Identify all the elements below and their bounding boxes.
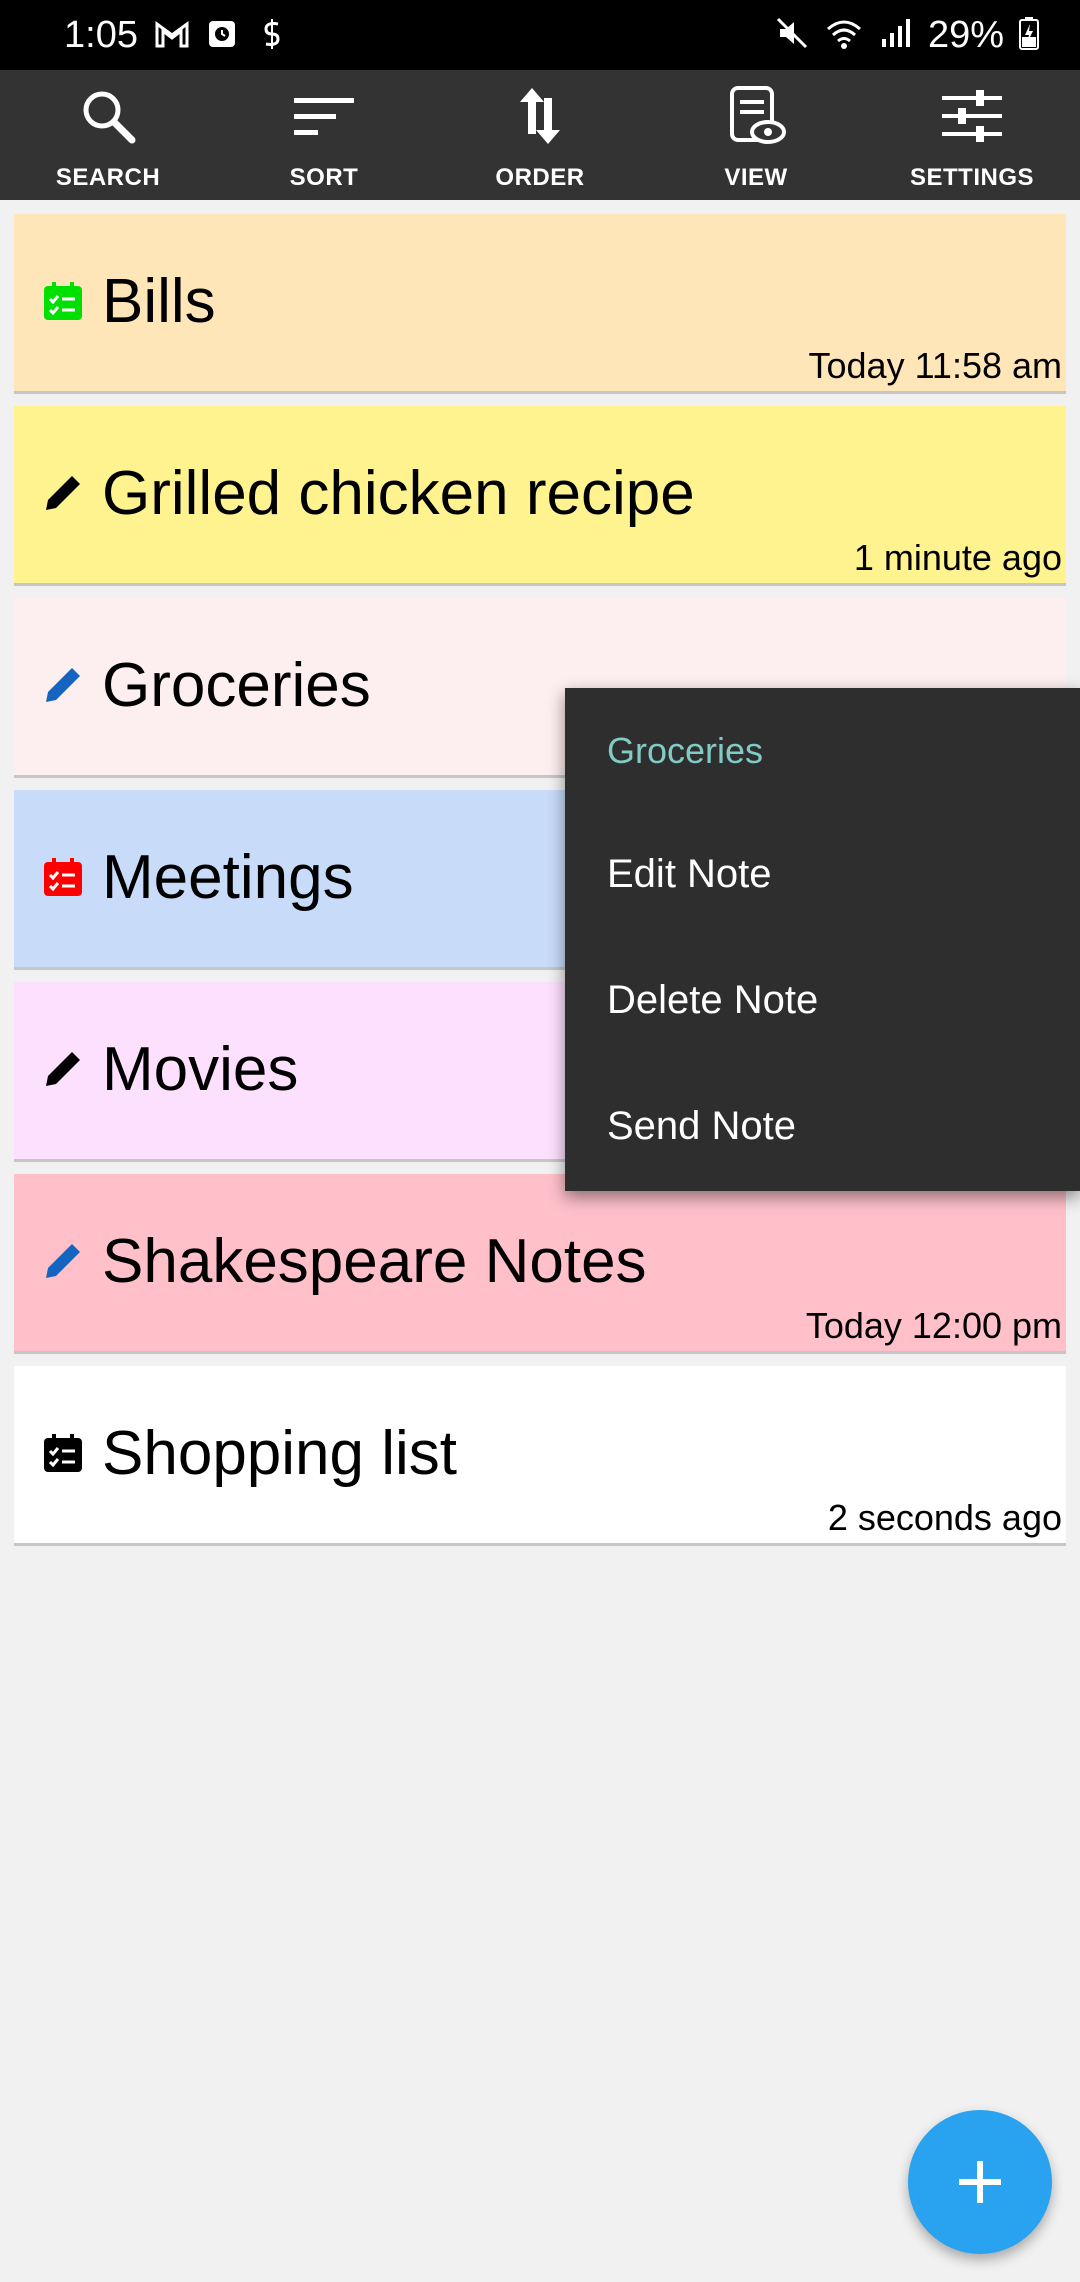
pencil-icon: [46, 1244, 80, 1278]
note-title: Meetings: [102, 843, 354, 912]
add-note-button[interactable]: [908, 2110, 1052, 2254]
checklist-icon: [44, 282, 82, 320]
note-timestamp: Today 12:00 pm: [805, 1305, 1062, 1346]
settings-button[interactable]: SETTINGS: [864, 70, 1080, 200]
view-label: VIEW: [724, 164, 788, 191]
wifi-icon: [824, 15, 864, 56]
status-time: 1:05: [64, 14, 138, 56]
note-item-shakespeare-notes[interactable]: Shakespeare Notes Today 12:00 pm: [14, 1174, 1066, 1351]
order-label: ORDER: [495, 164, 585, 191]
pencil-icon: [46, 476, 80, 510]
sync-icon: [254, 16, 290, 52]
plus-icon: [959, 2161, 1001, 2203]
order-button[interactable]: ORDER: [432, 70, 648, 200]
status-bar: 1:05 29%: [0, 0, 1080, 70]
sort-button[interactable]: SORT: [216, 70, 432, 200]
settings-label: SETTINGS: [909, 164, 1034, 191]
note-title: Bills: [102, 267, 216, 336]
status-right: 29%: [774, 10, 1040, 60]
context-menu-title: Groceries: [607, 730, 764, 771]
gmail-icon: [154, 16, 190, 52]
battery-icon: [1018, 15, 1040, 56]
note-title: Grilled chicken recipe: [102, 459, 695, 528]
mute-icon: [774, 15, 810, 56]
calendar-notification-icon: [204, 16, 240, 52]
search-icon: [83, 91, 136, 144]
notification-icons: [154, 16, 290, 52]
note-title: Groceries: [102, 651, 371, 720]
search-label: SEARCH: [55, 164, 161, 191]
checklist-icon: [44, 1434, 82, 1472]
search-button[interactable]: SEARCH: [0, 70, 216, 200]
delete-note-menu-item[interactable]: Delete Note: [607, 978, 818, 1023]
note-timestamp: 2 seconds ago: [827, 1497, 1062, 1538]
note-timestamp: 1 minute ago: [853, 537, 1062, 578]
pencil-icon: [46, 668, 80, 702]
settings-icon: [942, 90, 1002, 142]
view-button[interactable]: VIEW: [648, 70, 864, 200]
note-title: Shopping list: [102, 1419, 458, 1488]
sort-label: SORT: [289, 164, 359, 191]
note-item-bills[interactable]: Bills Today 11:58 am: [14, 214, 1066, 391]
view-icon: [730, 86, 786, 144]
note-context-menu: Groceries Edit Note Delete Note Send Not…: [565, 688, 1080, 1191]
pencil-icon: [46, 1052, 80, 1086]
note-title: Movies: [102, 1035, 299, 1104]
note-title: Shakespeare Notes: [102, 1227, 647, 1296]
order-icon: [520, 88, 560, 144]
note-item-shopping-list[interactable]: Shopping list 2 seconds ago: [14, 1366, 1066, 1543]
battery-percent: 29%: [927, 14, 1004, 56]
note-timestamp: Today 11:58 am: [808, 345, 1063, 386]
send-note-menu-item[interactable]: Send Note: [607, 1104, 796, 1149]
toolbar: SEARCH SORT ORDER VIEW SETTINGS: [0, 70, 1080, 200]
sort-icon: [294, 98, 354, 135]
checklist-icon: [44, 858, 82, 896]
note-item-grilled-chicken-recipe[interactable]: Grilled chicken recipe 1 minute ago: [14, 406, 1066, 583]
signal-icon: [878, 15, 914, 56]
edit-note-menu-item[interactable]: Edit Note: [607, 852, 772, 897]
